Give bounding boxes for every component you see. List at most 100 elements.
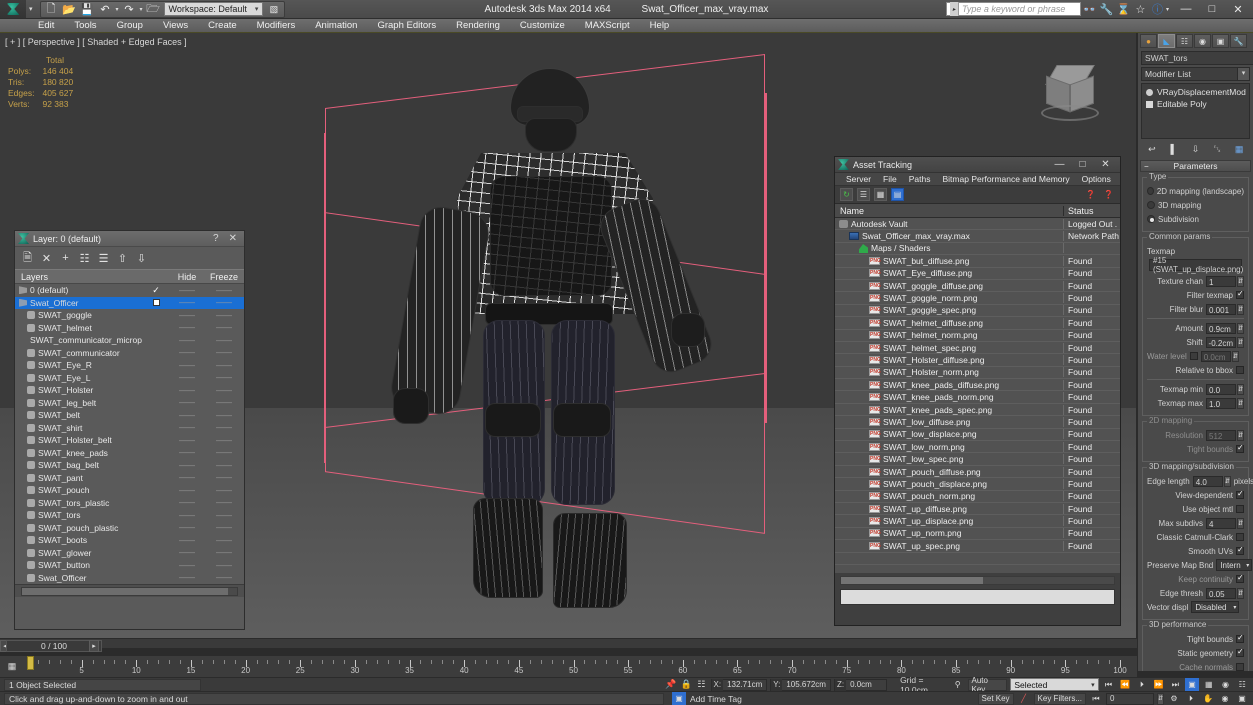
edge-thresh-spinner[interactable]: 0.05 ⇵ [1206, 587, 1244, 599]
about-icon[interactable]: ❓ [1102, 188, 1115, 201]
keep-continuity-checkbox[interactable] [1236, 573, 1244, 583]
remove-modifier-icon[interactable]: ␃ [1211, 143, 1224, 156]
layer-hide-toggle[interactable]: —— [170, 373, 204, 382]
layer-hide-toggle[interactable]: —— [170, 448, 204, 457]
search-dropdown-icon[interactable]: ▸ [949, 2, 959, 16]
layer-dialog-titlebar[interactable]: Layer: 0 (default) ? ✕ [15, 231, 244, 247]
app-menu-chevron-icon[interactable]: ▾ [26, 5, 36, 13]
asset-row[interactable]: Maps / Shaders [835, 243, 1120, 256]
menu-item-group[interactable]: Group [107, 19, 153, 33]
asset-row[interactable]: PNG SWAT_low_diffuse.png Found [835, 416, 1120, 429]
layer-hide-toggle[interactable]: —— [170, 323, 204, 332]
water-level-spinner[interactable]: 0.0cm ⇵ [1200, 350, 1239, 362]
amount-spinner[interactable]: 0.9cm ⇵ [1206, 322, 1244, 334]
asset-row[interactable]: PNG SWAT_low_spec.png Found [835, 453, 1120, 466]
go-to-start-icon[interactable]: ⏮ [1102, 678, 1116, 691]
coord-z[interactable]: Z: 0.0cm [833, 678, 888, 691]
tight-bounds-checkbox[interactable] [1236, 443, 1244, 453]
layer-row[interactable]: SWAT_goggle —— —— [15, 309, 244, 322]
current-frame-display[interactable]: 0 / 100 [6, 640, 102, 652]
layer-freeze-toggle[interactable]: —— [204, 548, 244, 557]
smooth-uvs-checkbox[interactable] [1236, 545, 1244, 555]
layer-hide-toggle[interactable]: —— [170, 473, 204, 482]
layer-freeze-toggle[interactable]: —— [204, 461, 244, 470]
spinner-arrows-icon[interactable]: ⇵ [1237, 587, 1244, 599]
layer-row[interactable]: SWAT_pant —— —— [15, 472, 244, 485]
asset-row[interactable]: PNG SWAT_low_displace.png Found [835, 429, 1120, 442]
rollout-parameters-header[interactable]: − Parameters [1140, 160, 1251, 172]
static-geometry-checkbox[interactable] [1236, 647, 1244, 657]
set-project-icon[interactable]: 🗁 [146, 2, 161, 16]
field-of-view-icon[interactable]: ◉ [1219, 678, 1233, 691]
cache-normals-checkbox[interactable] [1236, 663, 1244, 671]
layer-freeze-toggle[interactable]: —— [204, 361, 244, 370]
spinner-arrows-icon[interactable]: ⇵ [1231, 350, 1239, 362]
layer-freeze-toggle[interactable]: —— [204, 561, 244, 570]
layer-freeze-toggle[interactable]: —— [204, 298, 244, 307]
layer-hide-toggle[interactable]: —— [170, 561, 204, 570]
layer-row[interactable]: SWAT_boots —— —— [15, 534, 244, 547]
coord-y[interactable]: Y: 105.672cm [770, 678, 831, 691]
filter-blur-spinner[interactable]: 0.001 ⇵ [1206, 303, 1244, 315]
track-bar[interactable] [0, 638, 1137, 648]
layer-freeze-toggle[interactable]: —— [204, 473, 244, 482]
layer-hide-toggle[interactable]: —— [170, 536, 204, 545]
shift-spinner[interactable]: -0.2cm ⇵ [1205, 336, 1244, 348]
layer-freeze-toggle[interactable]: —— [204, 486, 244, 495]
relative-to-bbox-row[interactable]: Relative to bbox [1147, 364, 1244, 376]
edge-length-value[interactable]: 4.0 [1192, 475, 1223, 487]
selection-mode-dropdown[interactable]: Selected ▾ [1010, 678, 1099, 691]
layer-row[interactable]: SWAT_pouch —— —— [15, 484, 244, 497]
spinner-arrows-icon[interactable]: ⇵ [1237, 303, 1244, 315]
layer-row[interactable]: 0 (default) ✓ —— —— [15, 284, 244, 297]
zoom-extents-icon[interactable]: ▣ [1185, 678, 1199, 691]
key-frame-spinner-icon[interactable]: ⇵ [1157, 692, 1164, 705]
time-tag-icon[interactable]: ▣ [672, 692, 686, 705]
layer-freeze-toggle[interactable]: —— [204, 398, 244, 407]
asset-path-field[interactable] [840, 589, 1115, 605]
asset-tracking-dialog[interactable]: Asset Tracking — □ ✕ Server File Paths Bitm… [834, 156, 1121, 626]
menu-item-graph-editors[interactable]: Graph Editors [367, 19, 446, 33]
layer-freeze-toggle[interactable]: —— [204, 436, 244, 445]
layer-row[interactable]: SWAT_glower —— —— [15, 547, 244, 560]
next-frame-icon[interactable]: ⏩ [1152, 678, 1166, 691]
view-dependent-checkbox[interactable] [1236, 489, 1244, 499]
workspace-menu-icon[interactable]: ▧ [266, 2, 281, 16]
layer-freeze-toggle[interactable]: —— [204, 498, 244, 507]
open-icon[interactable]: 📂 [62, 2, 77, 16]
classic-catmull-clark-row[interactable]: Classic Catmull-Clark [1147, 531, 1244, 543]
spinner-arrows-icon[interactable]: ⇵ [1223, 475, 1231, 487]
amount-value[interactable]: 0.9cm [1206, 322, 1236, 334]
hierarchy-tab[interactable]: ☷ [1176, 34, 1193, 48]
layer-freeze-toggle[interactable]: —— [204, 336, 244, 345]
layer-freeze-toggle[interactable]: —— [204, 411, 244, 420]
absolute-mode-icon[interactable]: ☷ [695, 679, 707, 691]
modifier-stack-item-0[interactable]: VRayDisplacementMod [1144, 86, 1247, 98]
asset-row[interactable]: PNG SWAT_goggle_norm.png Found [835, 292, 1120, 305]
lock-icon[interactable]: 🔒 [680, 679, 692, 691]
asset-row[interactable]: PNG SWAT_knee_pads_norm.png Found [835, 391, 1120, 404]
view-dependent-row[interactable]: View-dependent [1147, 489, 1244, 501]
layer-row[interactable]: SWAT_tors —— —— [15, 509, 244, 522]
layer-hide-toggle[interactable]: —— [170, 286, 204, 295]
undo-icon[interactable]: ↶ [98, 2, 113, 16]
asset-row[interactable]: PNG SWAT_helmet_diffuse.png Found [835, 317, 1120, 330]
asset-row[interactable]: PNG SWAT_goggle_spec.png Found [835, 305, 1120, 318]
texture-chan-spinner[interactable]: 1 ⇵ [1206, 275, 1244, 287]
radio-2d-mapping[interactable]: 2D mapping (landscape) [1147, 185, 1244, 197]
orbit-icon[interactable]: ◉ [1218, 692, 1232, 705]
asset-tracking-titlebar[interactable]: Asset Tracking — □ ✕ [835, 157, 1120, 173]
layer-hide-toggle[interactable]: —— [170, 411, 204, 420]
pin-icon[interactable]: 📌 [665, 679, 677, 691]
layer-hide-toggle[interactable]: —— [170, 461, 204, 470]
layer-row[interactable]: SWAT_Holster —— —— [15, 384, 244, 397]
texmap-min-value[interactable]: 0.0 [1206, 383, 1236, 395]
radio-3d-mapping[interactable]: 3D mapping [1147, 199, 1244, 211]
wrench-icon[interactable]: 🔧 [1098, 1, 1115, 17]
show-end-result-icon[interactable]: ▌ [1167, 143, 1180, 156]
modifier-list-dropdown[interactable]: Modifier List ▾ [1141, 67, 1250, 81]
layer-row[interactable]: SWAT_tors_plastic —— —— [15, 497, 244, 510]
configure-sets-icon[interactable]: ▦ [1233, 143, 1246, 156]
asset-row[interactable]: PNG SWAT_knee_pads_spec.png Found [835, 404, 1120, 417]
play-animation-icon[interactable]: ⏵ [1135, 678, 1149, 691]
